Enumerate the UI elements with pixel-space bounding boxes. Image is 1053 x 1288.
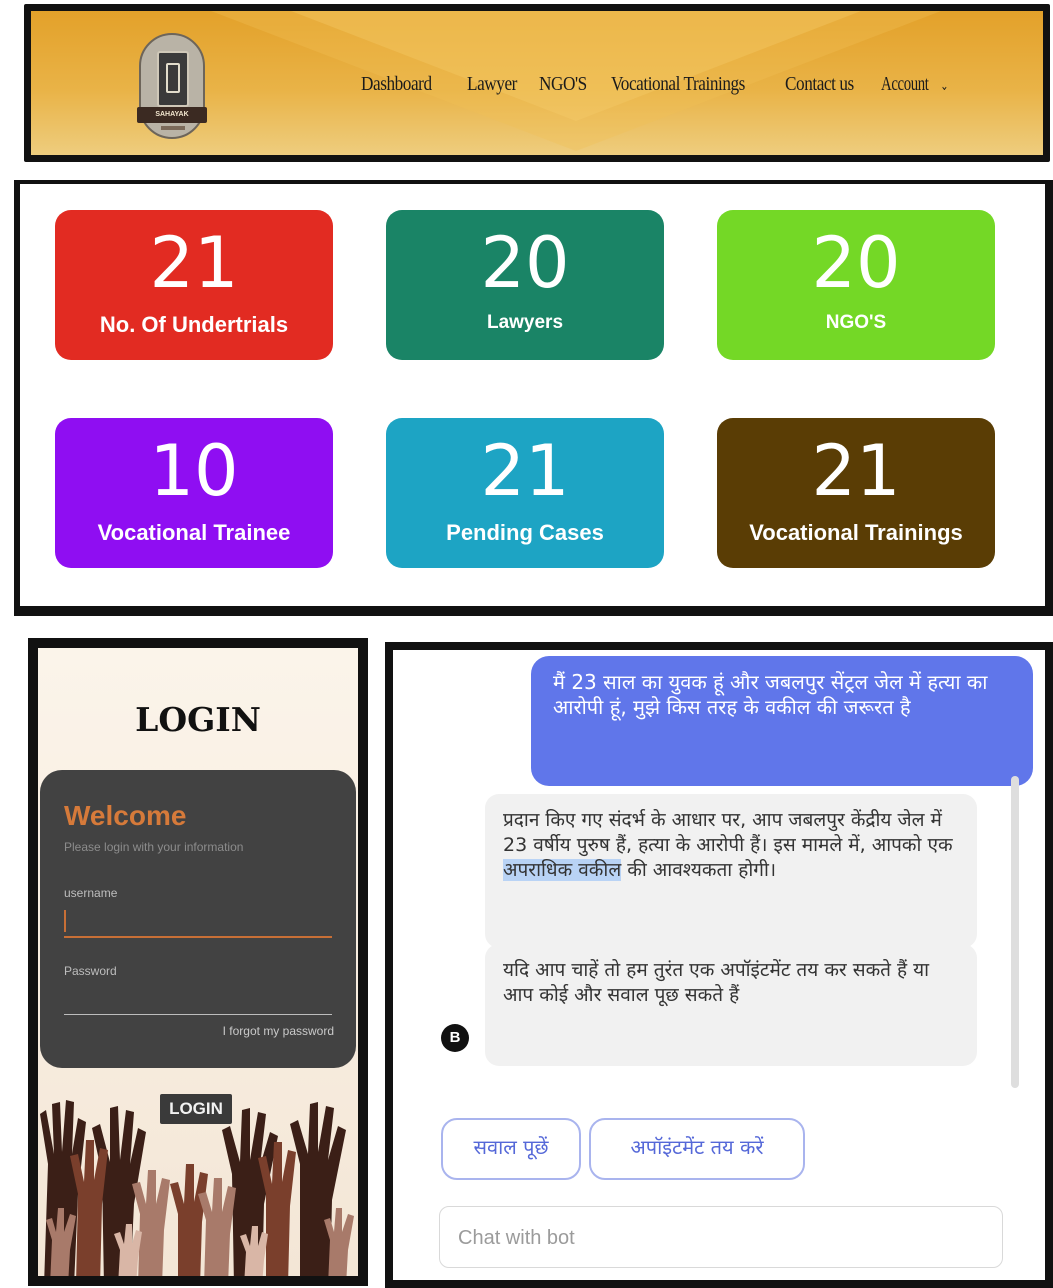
bot-message-bubble: यदि आप चाहें तो हम तुरंत एक अपॉइंटमेंट त… <box>485 944 977 1066</box>
login-button[interactable]: LOGIN <box>160 1094 232 1124</box>
chatbot-panel: मैं 23 साल का युवक हूं और जबलपुर सेंट्रल… <box>385 642 1053 1288</box>
login-screen: LOGIN Welcome Please login with your inf… <box>28 638 368 1286</box>
nav-lawyer[interactable]: Lawyer <box>467 73 517 96</box>
stat-label: Pending Cases <box>446 520 604 545</box>
chat-input[interactable]: Chat with bot <box>439 1206 1003 1268</box>
stat-label: Vocational Trainings <box>749 520 963 545</box>
logo-door-icon <box>157 51 189 107</box>
user-message-bubble: मैं 23 साल का युवक हूं और जबलपुर सेंट्रल… <box>531 656 1033 786</box>
forgot-password-link[interactable]: I forgot my password <box>223 1024 334 1038</box>
nav-menu: Dashboard Lawyer NGO'S Vocational Traini… <box>361 73 965 107</box>
stat-value: 21 <box>149 222 239 304</box>
password-input[interactable] <box>64 988 332 1015</box>
stat-card-vocational-trainee[interactable]: 10 Vocational Trainee <box>55 418 333 568</box>
ask-question-chip[interactable]: सवाल पूछें <box>441 1118 581 1180</box>
password-label: Password <box>64 964 117 978</box>
book-appointment-chip[interactable]: अपॉइंटमेंट तय करें <box>589 1118 805 1180</box>
bot-message-text: की आवश्यकता होगी। <box>621 859 777 881</box>
stat-label: NGO'S <box>825 312 887 333</box>
welcome-heading: Welcome <box>64 800 187 831</box>
chevron-down-icon: ⌄ <box>940 78 948 93</box>
username-input[interactable] <box>64 908 332 938</box>
stat-value: 21 <box>811 430 901 512</box>
login-title: LOGIN <box>135 700 261 739</box>
stat-card-ngos[interactable]: 20 NGO'S <box>717 210 995 360</box>
stat-value: 20 <box>480 222 570 304</box>
stat-card-lawyers[interactable]: 20 Lawyers <box>386 210 664 360</box>
text-cursor <box>64 910 66 932</box>
nav-dashboard[interactable]: Dashboard <box>361 73 432 96</box>
bot-message-bubble: प्रदान किए गए संदर्भ के आधार पर, आप जबलप… <box>485 794 977 948</box>
nav-vocational-trainings[interactable]: Vocational Trainings <box>611 73 745 96</box>
stat-card-undertrials[interactable]: 21 No. Of Undertrials <box>55 210 333 360</box>
stat-value: 21 <box>480 430 570 512</box>
login-hint: Please login with your information <box>64 840 244 854</box>
logo-text: SAHAYAK <box>137 107 207 123</box>
bot-avatar: B <box>441 1024 469 1052</box>
top-navbar: SAHAYAK Dashboard Lawyer NGO'S Vocationa… <box>24 4 1050 162</box>
nav-account[interactable]: Account ⌄ <box>881 73 949 96</box>
chat-scrollbar[interactable] <box>1011 776 1019 1088</box>
stats-panel: 21 No. Of Undertrials 20 Lawyers 20 NGO'… <box>14 180 1053 616</box>
login-form: Welcome Please login with your informati… <box>40 770 356 1068</box>
bot-message-text: प्रदान किए गए संदर्भ के आधार पर, आप जबलप… <box>503 809 953 856</box>
nav-contact-us[interactable]: Contact us <box>785 73 854 96</box>
stat-label: No. Of Undertrials <box>99 312 289 337</box>
stat-label: Vocational Trainee <box>97 520 291 545</box>
stat-value: 20 <box>811 222 901 304</box>
nav-account-label: Account <box>881 73 929 95</box>
app-logo[interactable]: SAHAYAK <box>137 33 207 139</box>
stat-label: Lawyers <box>486 312 564 333</box>
nav-ngos[interactable]: NGO'S <box>539 73 587 96</box>
selected-text: अपराधिक वकील <box>503 859 622 881</box>
stat-value: 10 <box>149 430 239 512</box>
stat-card-pending-cases[interactable]: 21 Pending Cases <box>386 418 664 568</box>
username-label: username <box>64 886 118 900</box>
raised-hands-illustration <box>40 1100 354 1276</box>
stat-card-vocational-trainings[interactable]: 21 Vocational Trainings <box>717 418 995 568</box>
